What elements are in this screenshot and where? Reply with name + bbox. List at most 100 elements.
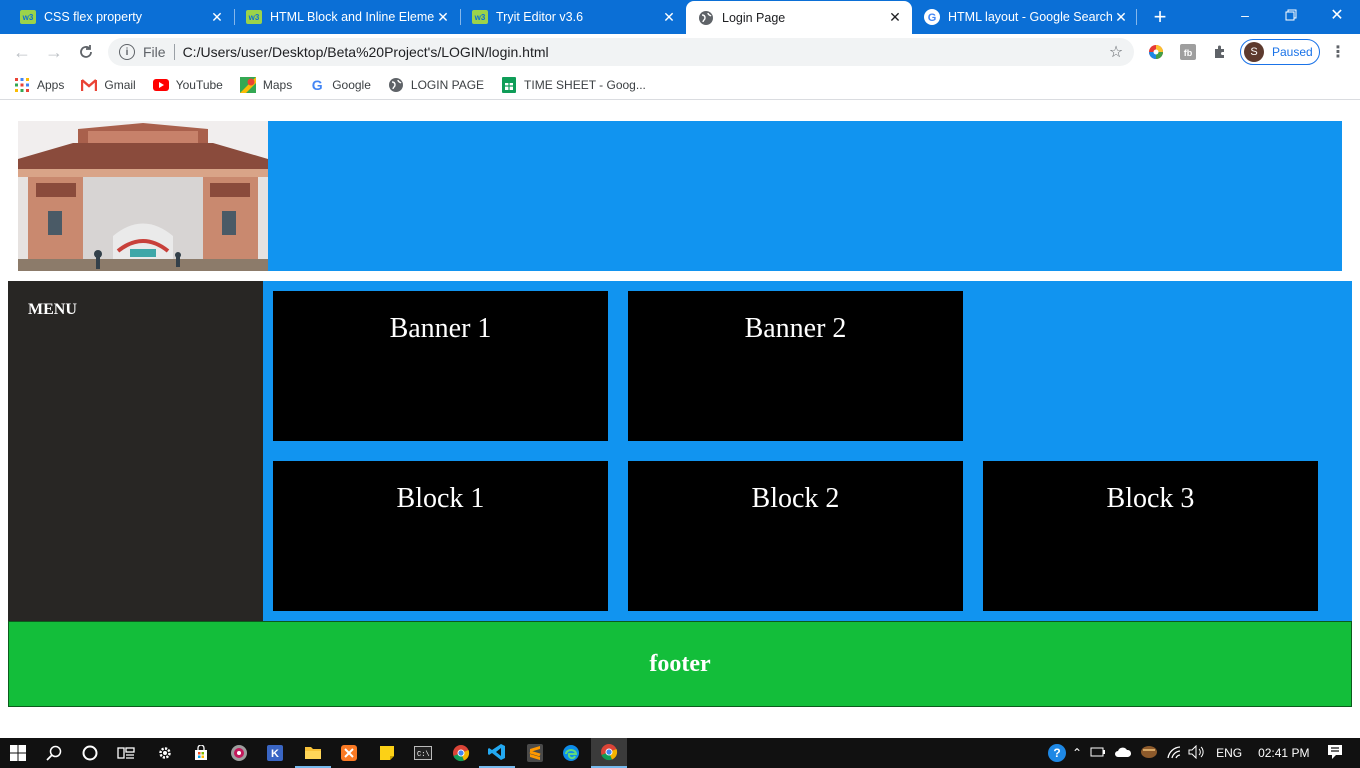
help-icon[interactable]: ? — [1048, 744, 1066, 762]
globe-icon — [698, 10, 714, 26]
google-icon: G — [924, 9, 940, 25]
xampp-icon[interactable] — [331, 738, 367, 768]
bookmark-youtube[interactable]: YouTube — [152, 77, 223, 93]
bookmark-label: Gmail — [104, 77, 136, 92]
profile-button[interactable]: S Paused — [1240, 39, 1320, 65]
language-indicator[interactable]: ENG — [1216, 746, 1242, 760]
w3schools-icon: w3 — [472, 9, 488, 25]
extensions-puzzle-icon[interactable] — [1210, 42, 1230, 62]
banner-2: Banner 2 — [628, 291, 963, 441]
close-icon[interactable]: ✕ — [886, 9, 904, 27]
tab-tryit-editor[interactable]: w3 Tryit Editor v3.6 ✕ — [452, 0, 686, 34]
chrome-icon[interactable] — [443, 738, 479, 768]
vscode-icon[interactable] — [479, 738, 515, 768]
close-icon[interactable]: ✕ — [434, 8, 452, 26]
footer-label: footer — [649, 650, 711, 677]
close-icon[interactable]: ✕ — [1112, 8, 1130, 26]
bookmark-label: YouTube — [175, 77, 223, 92]
browser-menu-icon[interactable]: ⋮ — [1330, 42, 1346, 62]
banner-label: Banner 2 — [744, 313, 847, 344]
microsoft-store-icon[interactable] — [183, 738, 219, 768]
search-icon[interactable] — [36, 738, 72, 768]
block-label: Block 3 — [1106, 483, 1195, 514]
notifications-icon[interactable] — [1327, 744, 1343, 763]
youtube-icon — [152, 77, 169, 93]
tab-title: HTML Block and Inline Elemen — [270, 10, 434, 24]
close-window-button[interactable]: ✕ — [1314, 0, 1360, 30]
bookmark-google[interactable]: G Google — [309, 77, 371, 93]
bookmark-time-sheet[interactable]: TIME SHEET - Goog... — [501, 76, 646, 93]
command-prompt-icon[interactable]: C:\ — [405, 738, 441, 768]
svg-text:G: G — [928, 12, 937, 24]
bookmark-login-page[interactable]: LOGIN PAGE — [388, 77, 484, 93]
tab-title: Login Page — [722, 10, 786, 25]
bookmark-maps[interactable]: Maps — [239, 76, 292, 93]
bookmark-label: Apps — [37, 77, 65, 92]
bookmark-star-icon[interactable]: ☆ — [1106, 42, 1126, 62]
close-icon[interactable]: ✕ — [208, 8, 226, 26]
svg-text:K: K — [271, 748, 279, 760]
back-button[interactable]: ← — [10, 40, 34, 64]
campus-gate-image — [18, 121, 268, 271]
tab-title: HTML layout - Google Search — [948, 10, 1112, 24]
bookmark-apps[interactable]: Apps — [14, 77, 64, 93]
address-bar[interactable]: i File C:/Users/user/Desktop/Beta%20Proj… — [108, 38, 1134, 66]
file-explorer-icon[interactable] — [295, 738, 331, 768]
reload-button[interactable] — [74, 40, 98, 64]
main-section: MENU Banner 1 Banner 2 Block 1 Block 2 B… — [8, 281, 1352, 621]
maps-icon — [239, 76, 256, 93]
task-view-icon[interactable] — [108, 738, 144, 768]
globe-icon — [388, 77, 404, 93]
tab-css-flex-property[interactable]: w3 CSS flex property ✕ — [0, 0, 234, 34]
bookmark-label: LOGIN PAGE — [410, 77, 485, 92]
bookmark-gmail[interactable]: Gmail — [81, 77, 136, 93]
new-tab-button[interactable]: + — [1148, 4, 1172, 29]
info-icon[interactable]: i — [119, 44, 135, 60]
windows-start-icon[interactable] — [0, 738, 36, 768]
block-label: Block 1 — [396, 483, 485, 514]
chrome-active-icon[interactable] — [591, 738, 627, 768]
tab-html-layout-google-search[interactable]: G HTML layout - Google Search ✕ — [912, 0, 1138, 34]
url-text[interactable]: C:/Users/user/Desktop/Beta%20Project's/L… — [183, 44, 1106, 60]
w3schools-icon: w3 — [20, 9, 36, 25]
restore-icon — [1285, 9, 1297, 21]
block-1: Block 1 — [273, 461, 608, 611]
sublime-text-icon[interactable] — [517, 738, 553, 768]
apps-grid-icon — [14, 77, 30, 93]
chevron-up-icon[interactable]: ⌃ — [1072, 746, 1082, 760]
tab-title: Tryit Editor v3.6 — [496, 10, 584, 24]
forward-button[interactable]: → — [42, 40, 66, 64]
battery-icon[interactable] — [1090, 746, 1106, 761]
close-icon[interactable]: ✕ — [660, 8, 678, 26]
tab-login-page[interactable]: Login Page ✕ — [686, 1, 912, 34]
wifi-icon[interactable] — [1166, 745, 1182, 762]
media-player-icon[interactable] — [221, 738, 257, 768]
settings-gear-icon[interactable] — [147, 738, 183, 768]
banner-label: Banner 1 — [389, 313, 492, 344]
app-icon-blue[interactable]: K — [257, 738, 293, 768]
svg-text:fb: fb — [1184, 48, 1193, 58]
bookmarks-bar: Apps Gmail YouTube Maps G Google LOGIN P… — [0, 70, 1360, 100]
restore-button[interactable] — [1268, 0, 1314, 30]
svg-text:C:\: C:\ — [417, 751, 430, 759]
minimize-button[interactable]: – — [1222, 0, 1268, 30]
block-label: Block 2 — [751, 483, 840, 514]
fb-extension-icon[interactable]: fb — [1178, 42, 1198, 62]
w3schools-icon: w3 — [246, 9, 262, 25]
tab-title: CSS flex property — [44, 10, 142, 24]
gmail-icon — [81, 77, 98, 93]
google-icon: G — [311, 76, 323, 93]
cortana-icon[interactable] — [72, 738, 108, 768]
sticky-notes-icon[interactable] — [369, 738, 405, 768]
clock[interactable]: 02:41 PM — [1258, 746, 1309, 760]
network-app-icon[interactable] — [1140, 745, 1158, 762]
volume-icon[interactable] — [1188, 744, 1206, 762]
bookmark-label: Google — [332, 77, 371, 92]
tab-html-block-inline[interactable]: w3 HTML Block and Inline Elemen ✕ — [226, 0, 460, 34]
system-tray: ? ⌃ ENG 02:41 PM — [1048, 738, 1343, 768]
bookmark-label: TIME SHEET - Goog... — [524, 77, 646, 92]
color-wheel-extension-icon[interactable] — [1146, 42, 1166, 62]
onedrive-cloud-icon[interactable] — [1114, 746, 1132, 761]
page-viewport: MENU Banner 1 Banner 2 Block 1 Block 2 B… — [0, 101, 1360, 738]
edge-icon[interactable] — [553, 738, 589, 768]
